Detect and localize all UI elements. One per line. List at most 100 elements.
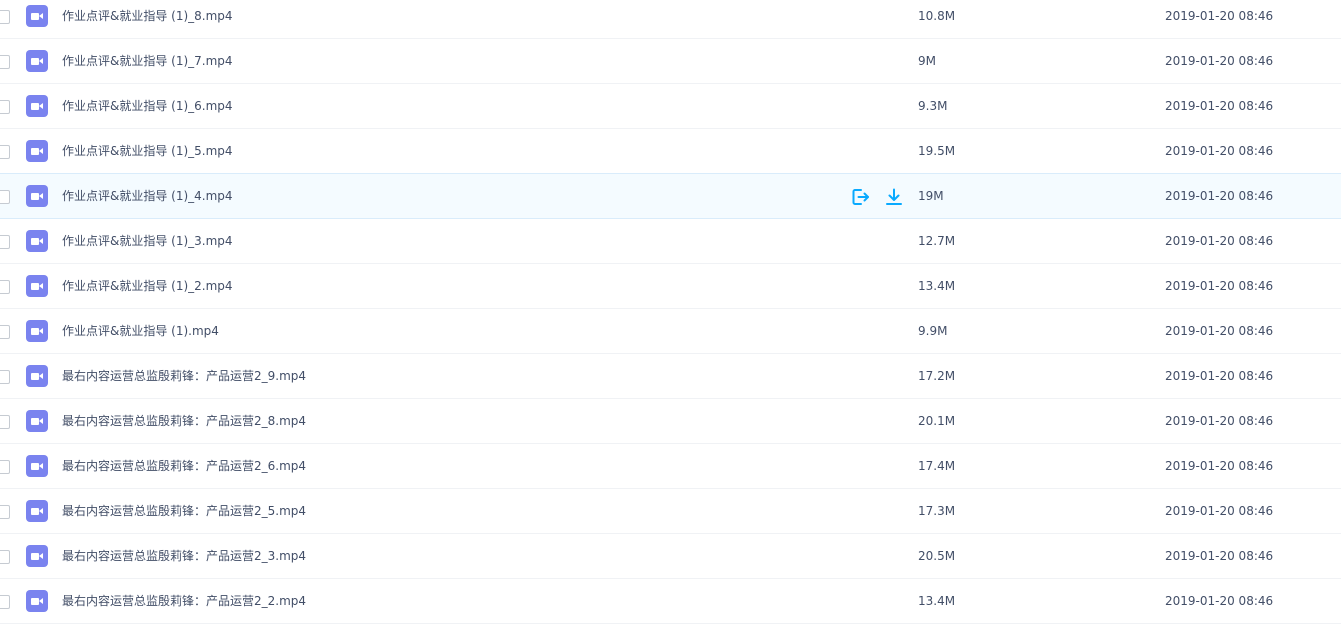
file-row[interactable]: 作业点评&就业指导 (1).mp4 9.9M 2019-01-20 08:46	[0, 309, 1341, 354]
file-list: 作业点评&就业指导 (1)_8.mp4 10.8M 2019-01-20 08:…	[0, 0, 1341, 624]
video-file-icon[interactable]	[26, 500, 48, 522]
file-name[interactable]: 最右内容运营总监殷莉锋：产品运营2_3.mp4	[62, 534, 306, 578]
row-checkbox[interactable]	[0, 595, 10, 609]
file-size: 9M	[918, 54, 936, 68]
camera-body	[31, 463, 39, 470]
file-size: 20.5M	[918, 549, 956, 563]
file-row[interactable]: 最右内容运营总监殷莉锋：产品运营2_3.mp4 20.5M 2019-01-20…	[0, 534, 1341, 579]
row-checkbox[interactable]	[0, 325, 10, 339]
file-date: 2019-01-20 08:46	[1165, 459, 1274, 473]
camera-lens	[39, 598, 43, 604]
file-size: 17.2M	[918, 369, 956, 383]
file-date: 2019-01-20 08:46	[1165, 54, 1274, 68]
camera-lens	[39, 238, 43, 244]
file-date: 2019-01-20 08:46	[1165, 279, 1274, 293]
file-size: 9.3M	[918, 99, 948, 113]
file-row[interactable]: 作业点评&就业指导 (1)_7.mp4 9M 2019-01-20 08:46	[0, 39, 1341, 84]
file-name[interactable]: 最右内容运营总监殷莉锋：产品运营2_9.mp4	[62, 354, 306, 398]
row-checkbox[interactable]	[0, 10, 10, 24]
video-file-icon[interactable]	[26, 50, 48, 72]
video-file-icon[interactable]	[26, 95, 48, 117]
file-name[interactable]: 作业点评&就业指导 (1)_6.mp4	[62, 84, 233, 128]
file-row[interactable]: 作业点评&就业指导 (1)_2.mp4 13.4M 2019-01-20 08:…	[0, 264, 1341, 309]
row-checkbox[interactable]	[0, 100, 10, 114]
camera-lens	[39, 103, 43, 109]
file-row[interactable]: 作业点评&就业指导 (1)_5.mp4 19.5M 2019-01-20 08:…	[0, 129, 1341, 174]
camera-lens	[39, 373, 43, 379]
camera-lens	[39, 148, 43, 154]
row-checkbox[interactable]	[0, 415, 10, 429]
row-checkbox[interactable]	[0, 505, 10, 519]
download-icon[interactable]	[884, 187, 904, 207]
file-row[interactable]: 作业点评&就业指导 (1)_3.mp4 12.7M 2019-01-20 08:…	[0, 219, 1341, 264]
file-row[interactable]: 最右内容运营总监殷莉锋：产品运营2_5.mp4 17.3M 2019-01-20…	[0, 489, 1341, 534]
file-name[interactable]: 作业点评&就业指导 (1)_4.mp4	[62, 174, 233, 218]
camera-lens	[39, 328, 43, 334]
file-row[interactable]: 作业点评&就业指导 (1)_4.mp4 19M 2019-01-20 08:46	[0, 173, 1341, 219]
video-file-icon[interactable]	[26, 185, 48, 207]
video-file-icon[interactable]	[26, 230, 48, 252]
camera-body	[31, 13, 39, 20]
share-icon-svg	[852, 189, 869, 205]
file-name[interactable]: 作业点评&就业指导 (1)_7.mp4	[62, 39, 233, 83]
camera-lens	[39, 58, 43, 64]
camera-body	[31, 328, 39, 335]
file-name[interactable]: 最右内容运营总监殷莉锋：产品运营2_5.mp4	[62, 489, 306, 533]
camera-body	[31, 193, 39, 200]
row-checkbox[interactable]	[0, 370, 10, 384]
camera-body	[31, 508, 39, 515]
camera-body	[31, 103, 39, 110]
row-checkbox[interactable]	[0, 145, 10, 159]
file-size: 19.5M	[918, 144, 956, 158]
file-size: 19M	[918, 189, 944, 203]
file-date: 2019-01-20 08:46	[1165, 234, 1274, 248]
video-file-icon[interactable]	[26, 140, 48, 162]
file-size: 20.1M	[918, 414, 956, 428]
camera-lens	[39, 418, 43, 424]
file-row[interactable]: 最右内容运营总监殷莉锋：产品运营2_8.mp4 20.1M 2019-01-20…	[0, 399, 1341, 444]
camera-body	[31, 58, 39, 65]
file-name[interactable]: 作业点评&就业指导 (1)_3.mp4	[62, 219, 233, 263]
video-file-icon[interactable]	[26, 5, 48, 27]
camera-body	[31, 238, 39, 245]
camera-lens	[39, 193, 43, 199]
row-checkbox[interactable]	[0, 280, 10, 294]
file-size: 12.7M	[918, 234, 956, 248]
row-checkbox[interactable]	[0, 460, 10, 474]
file-size: 9.9M	[918, 324, 948, 338]
file-name[interactable]: 最右内容运营总监殷莉锋：产品运营2_6.mp4	[62, 444, 306, 488]
video-file-icon[interactable]	[26, 455, 48, 477]
video-file-icon[interactable]	[26, 410, 48, 432]
file-row[interactable]: 最右内容运营总监殷莉锋：产品运营2_6.mp4 17.4M 2019-01-20…	[0, 444, 1341, 489]
file-row[interactable]: 作业点评&就业指导 (1)_6.mp4 9.3M 2019-01-20 08:4…	[0, 84, 1341, 129]
file-row[interactable]: 作业点评&就业指导 (1)_8.mp4 10.8M 2019-01-20 08:…	[0, 0, 1341, 39]
video-file-icon[interactable]	[26, 275, 48, 297]
file-size: 17.3M	[918, 504, 956, 518]
file-row[interactable]: 最右内容运营总监殷莉锋：产品运营2_9.mp4 17.2M 2019-01-20…	[0, 354, 1341, 399]
file-date: 2019-01-20 08:46	[1165, 594, 1274, 608]
row-checkbox[interactable]	[0, 55, 10, 69]
row-checkbox[interactable]	[0, 235, 10, 249]
file-row[interactable]: 最右内容运营总监殷莉锋：产品运营2_2.mp4 13.4M 2019-01-20…	[0, 579, 1341, 624]
file-name[interactable]: 作业点评&就业指导 (1)_5.mp4	[62, 129, 233, 173]
file-date: 2019-01-20 08:46	[1165, 324, 1274, 338]
share-icon[interactable]	[851, 187, 871, 207]
video-file-icon[interactable]	[26, 365, 48, 387]
camera-lens	[39, 283, 43, 289]
video-file-icon[interactable]	[26, 320, 48, 342]
video-file-icon[interactable]	[26, 590, 48, 612]
file-name[interactable]: 作业点评&就业指导 (1)_2.mp4	[62, 264, 233, 308]
file-name[interactable]: 作业点评&就业指导 (1)_8.mp4	[62, 0, 233, 38]
file-name[interactable]: 最右内容运营总监殷莉锋：产品运营2_2.mp4	[62, 579, 306, 623]
row-checkbox[interactable]	[0, 190, 10, 204]
camera-body	[31, 373, 39, 380]
row-checkbox[interactable]	[0, 550, 10, 564]
camera-body	[31, 418, 39, 425]
file-name[interactable]: 最右内容运营总监殷莉锋：产品运营2_8.mp4	[62, 399, 306, 443]
file-size: 13.4M	[918, 594, 956, 608]
file-name[interactable]: 作业点评&就业指导 (1).mp4	[62, 309, 219, 353]
camera-body	[31, 148, 39, 155]
camera-body	[31, 283, 39, 290]
video-file-icon[interactable]	[26, 545, 48, 567]
file-date: 2019-01-20 08:46	[1165, 414, 1274, 428]
